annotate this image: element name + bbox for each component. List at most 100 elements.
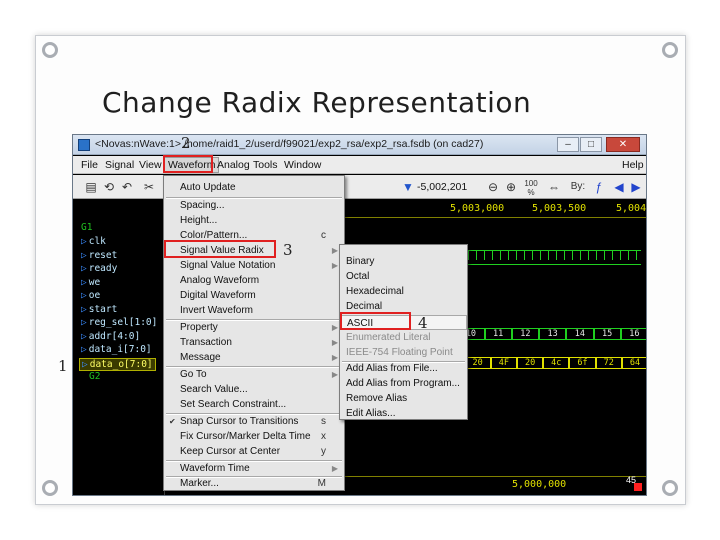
menu-item-keep-cursor-center[interactable]: Keep Cursor at Center y: [164, 444, 344, 459]
signal-row[interactable]: ▷ we: [81, 277, 100, 288]
bus-value: 12: [511, 328, 540, 340]
edge-icon[interactable]: ƒ: [591, 179, 607, 195]
minimize-button[interactable]: –: [557, 137, 579, 152]
signal-port-icon: ▷: [81, 249, 87, 261]
menu-item-label: Message: [180, 352, 221, 363]
signal-row-selected[interactable]: ▷ data_o[7:0]: [79, 357, 156, 371]
radix-item-enumerated-literal[interactable]: Enumerated Literal: [340, 330, 467, 345]
menu-item-digital-waveform[interactable]: Digital Waveform: [164, 288, 344, 303]
prev-icon[interactable]: ◀: [611, 179, 627, 195]
zoom-out-icon[interactable]: ⊖: [485, 179, 501, 195]
menu-help[interactable]: Help: [622, 159, 644, 171]
bus-value: 4c: [543, 357, 570, 369]
arrow-down-icon[interactable]: ▼: [400, 179, 416, 195]
menu-item-label: Marker...: [180, 478, 219, 489]
menu-signal[interactable]: Signal: [105, 159, 134, 171]
maximize-button[interactable]: □: [580, 137, 602, 152]
menu-item-label: Height...: [180, 215, 218, 226]
menu-item-label: Auto Update: [180, 182, 236, 193]
menu-window[interactable]: Window: [284, 159, 321, 171]
highlight-signal-value-radix: [164, 240, 276, 258]
radix-item-add-alias-file[interactable]: Add Alias from File...: [340, 361, 467, 376]
frame-ring-bottom-left: [42, 480, 58, 496]
radix-item-octal[interactable]: Octal: [340, 269, 467, 284]
menu-item-label: Digital Waveform: [180, 290, 256, 301]
slide-title: Change Radix Representation: [102, 86, 532, 119]
next-icon[interactable]: ▶: [628, 179, 644, 195]
zoom-percent-button[interactable]: 100 %: [523, 179, 539, 197]
reload-icon[interactable]: ⟲: [101, 179, 117, 195]
menu-item-label: Property: [180, 322, 218, 333]
menu-item-spacing[interactable]: Spacing...: [164, 198, 344, 213]
signal-row[interactable]: ▷ ready: [81, 263, 117, 274]
menu-item-set-search-constraint[interactable]: Set Search Constraint...: [164, 397, 344, 412]
signal-row[interactable]: ▷ reset: [81, 250, 117, 261]
signal-row[interactable]: ▷ clk: [81, 236, 106, 247]
signal-row[interactable]: ▷ start: [81, 304, 117, 315]
menu-item-auto-update[interactable]: Auto Update: [164, 180, 344, 195]
menu-analog[interactable]: Analog: [217, 159, 250, 171]
fit-icon[interactable]: ⇔: [546, 179, 562, 195]
radix-item-add-alias-program[interactable]: Add Alias from Program...: [340, 376, 467, 391]
highlight-ascii: [340, 312, 411, 330]
signal-row[interactable]: ▷ data_i[7:0]: [81, 344, 152, 355]
menu-shortcut: M: [317, 478, 326, 489]
menu-item-marker[interactable]: Marker... M: [164, 476, 344, 491]
menu-view[interactable]: View: [139, 159, 162, 171]
menu-item-fix-cursor-delta[interactable]: Fix Cursor/Marker Delta Time x: [164, 429, 344, 444]
menu-item-invert-waveform[interactable]: Invert Waveform: [164, 303, 344, 318]
menu-item-property[interactable]: Property ▶: [164, 320, 344, 335]
annotation-1: 1: [58, 357, 68, 375]
menu-tools[interactable]: Tools: [253, 159, 278, 171]
ruler-label: 5,003,500: [532, 203, 587, 214]
submenu-arrow-icon: ▶: [331, 246, 338, 255]
undo-icon[interactable]: ↶: [119, 179, 135, 195]
ruler-label: 5,000,000: [512, 479, 567, 490]
menu-item-snap-cursor[interactable]: ✔ Snap Cursor to Transitions s: [164, 414, 344, 429]
signal-label: reg_sel[1:0]: [88, 317, 158, 328]
bus-value: 64: [621, 357, 646, 369]
group-g2[interactable]: G2: [89, 371, 100, 382]
frame-ring-top-left: [42, 42, 58, 58]
signal-row[interactable]: ▷ reg_sel[1:0]: [81, 317, 157, 328]
menu-item-go-to[interactable]: Go To ▶: [164, 367, 344, 382]
signal-row[interactable]: ▷ oe: [81, 290, 100, 301]
menu-item-height[interactable]: Height...: [164, 213, 344, 228]
menu-file[interactable]: File: [81, 159, 98, 171]
menu-item-transaction[interactable]: Transaction ▶: [164, 335, 344, 350]
signal-label: oe: [88, 290, 101, 301]
bus-value: 20: [464, 357, 491, 369]
zoom-in-icon[interactable]: ⊕: [503, 179, 519, 195]
group-g1[interactable]: G1: [81, 222, 92, 233]
menu-item-analog-waveform[interactable]: Analog Waveform: [164, 273, 344, 288]
radix-item-edit-alias[interactable]: Edit Alias...: [340, 406, 467, 421]
signal-port-icon: ▷: [81, 263, 87, 274]
cut-icon[interactable]: ✂: [141, 179, 157, 195]
menu-item-label: Transaction: [180, 337, 232, 348]
signal-label: addr[4:0]: [88, 330, 141, 342]
signal-label: data_o[7:0]: [89, 358, 153, 370]
menu-item-search-value[interactable]: Search Value...: [164, 382, 344, 397]
menu-shortcut: s: [321, 416, 326, 427]
close-button[interactable]: ✕: [606, 137, 640, 152]
menu-shortcut: y: [321, 446, 326, 457]
menu-item-message[interactable]: Message ▶: [164, 350, 344, 365]
menu-item-label: Search Value...: [180, 384, 248, 395]
bus-value: 4F: [490, 357, 517, 369]
cursor-time-field[interactable]: -5,002,201: [417, 181, 467, 193]
menu-item-signal-value-notation[interactable]: Signal Value Notation ▶: [164, 258, 344, 273]
submenu-arrow-icon: ▶: [331, 338, 338, 347]
radix-item-binary[interactable]: Binary: [340, 254, 467, 269]
menu-item-label: Keep Cursor at Center: [180, 446, 281, 457]
signal-label: start: [88, 303, 118, 315]
signal-label: ready: [88, 263, 118, 274]
radix-item-remove-alias[interactable]: Remove Alias: [340, 391, 467, 406]
signal-row[interactable]: ▷ addr[4:0]: [81, 331, 140, 342]
radix-item-ieee754[interactable]: IEEE-754 Floating Point: [340, 345, 467, 360]
submenu-arrow-icon: ▶: [331, 261, 338, 270]
open-folder-icon[interactable]: ▤: [83, 179, 99, 195]
radix-item-hexadecimal[interactable]: Hexadecimal: [340, 284, 467, 299]
signal-list-panel: G1 ▷ clk ▷ reset ▷ ready ▷ we ▷ oe ▷ start ▷ re…: [73, 200, 165, 495]
menu-item-label: Analog Waveform: [180, 275, 260, 286]
menu-item-waveform-time[interactable]: Waveform Time ▶: [164, 461, 344, 476]
